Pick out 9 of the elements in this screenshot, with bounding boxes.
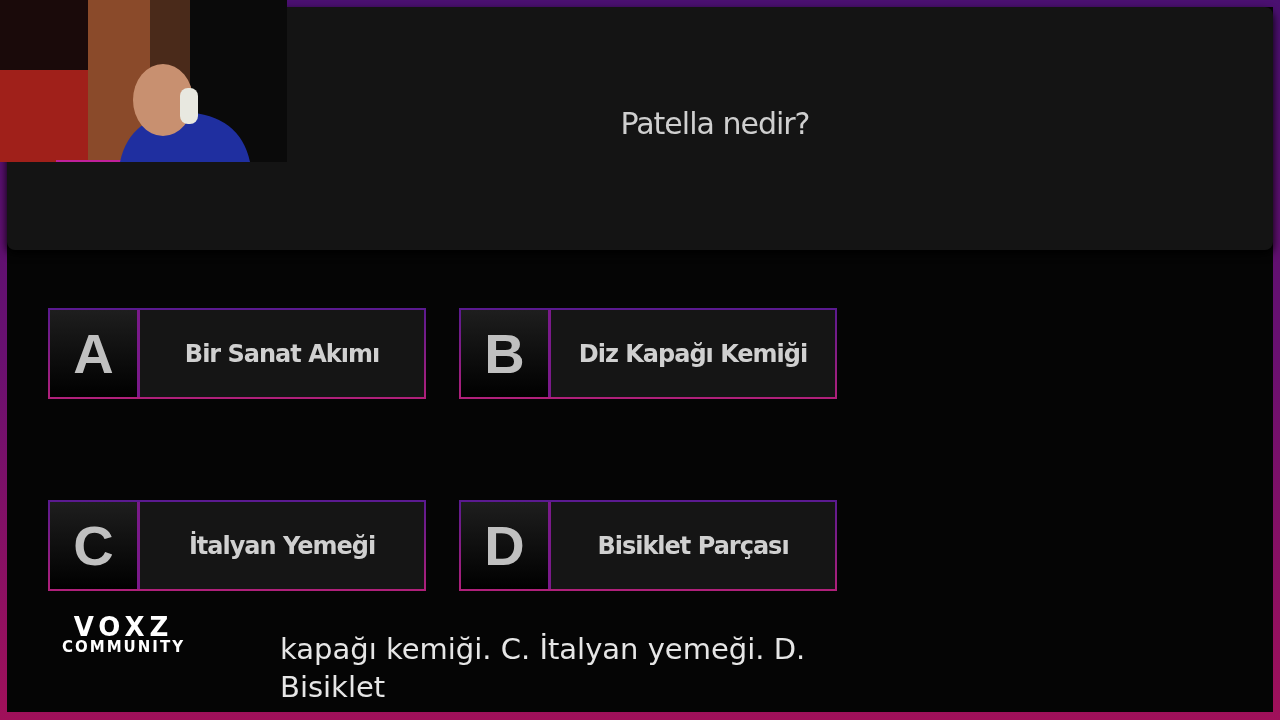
answer-button[interactable]: B Diz Kapağı Kemiği [459,308,837,399]
logo-title: VOXZ [73,614,174,640]
answer-button[interactable]: A Bir Sanat Akımı [48,308,426,399]
logo-subtitle: COMMUNITY [62,640,186,655]
answer-button[interactable]: D Bisiklet Parçası [459,500,837,591]
answer-button[interactable]: C İtalyan Yemeği [48,500,426,591]
caption-line: Bisiklet [280,669,387,706]
caption-line: kapağı kemiği. C. İtalyan yemeği. D. [280,631,806,668]
question-text: Patella nedir? [620,105,810,143]
